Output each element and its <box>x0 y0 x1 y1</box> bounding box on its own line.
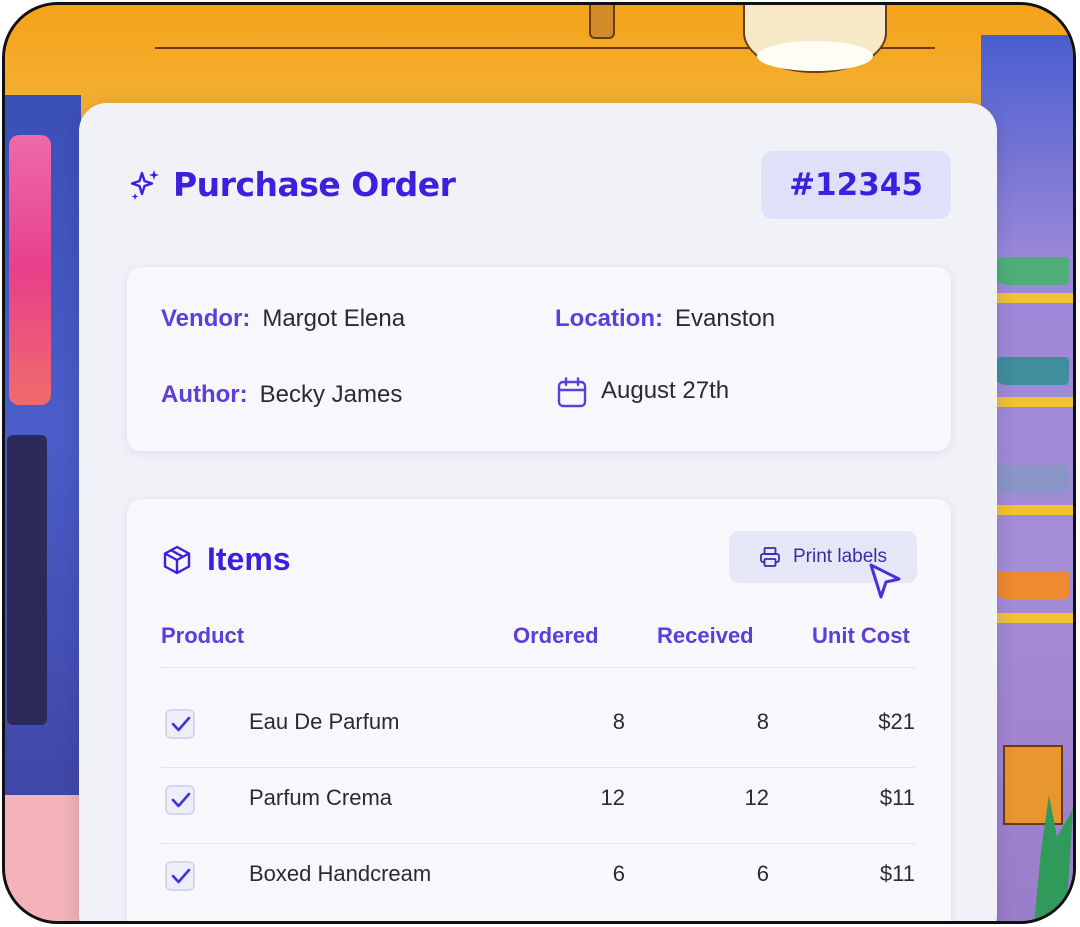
table-row: Boxed Handcream 6 6 $11 <box>161 847 915 921</box>
column-header-ordered[interactable]: Ordered <box>513 623 599 649</box>
received-cell: 8 <box>756 709 769 734</box>
received-cell: 6 <box>756 861 769 886</box>
column-header-unit-cost[interactable]: Unit Cost <box>812 623 910 649</box>
printer-icon <box>760 547 780 567</box>
row-checkbox[interactable] <box>165 861 195 891</box>
table-row: Eau De Parfum 8 8 $21 <box>161 695 915 771</box>
date-value: August 27th <box>601 377 730 404</box>
location-value: Evanston <box>675 305 776 332</box>
column-header-received[interactable]: Received <box>657 623 754 649</box>
author-value: Becky James <box>259 381 403 408</box>
ordered-cell: 8 <box>612 709 625 734</box>
location-field: Location: Evanston <box>555 305 775 333</box>
sparkle-icon <box>130 169 159 200</box>
calendar-icon <box>557 377 587 408</box>
order-number-badge: #12345 <box>761 151 951 219</box>
purchase-order-card: Purchase Order #12345 Vendor: Margot Ele… <box>79 103 997 921</box>
checkmark-icon <box>171 868 191 884</box>
ordered-cell: 6 <box>612 861 625 886</box>
box-icon <box>163 545 191 574</box>
page-title: Purchase Order <box>173 165 456 204</box>
product-cell: Boxed Handcream <box>249 861 432 886</box>
row-checkbox[interactable] <box>165 785 195 815</box>
vendor-label: Vendor: <box>161 305 251 332</box>
author-label: Author: <box>161 381 248 408</box>
checkmark-icon <box>171 716 191 732</box>
page-header: Purchase Order <box>127 165 456 204</box>
column-header-product[interactable]: Product <box>161 623 244 649</box>
background-box <box>1003 745 1063 825</box>
illustrated-background-frame: Purchase Order #12345 Vendor: Margot Ele… <box>2 2 1076 924</box>
ordered-cell: 12 <box>600 785 625 810</box>
order-info-panel: Vendor: Margot Elena Location: Evanston … <box>127 267 951 451</box>
unit-cost-cell: $11 <box>879 861 915 886</box>
table-row: Parfum Crema 12 12 $11 <box>161 771 915 847</box>
product-cell: Parfum Crema <box>249 785 393 810</box>
unit-cost-cell: $21 <box>878 709 915 734</box>
date-field: August 27th <box>557 377 729 409</box>
header-divider <box>161 667 915 668</box>
background-ceiling-fixture <box>589 5 615 39</box>
background-coat <box>9 135 51 405</box>
background-coat <box>7 435 47 725</box>
vendor-value: Margot Elena <box>262 305 406 332</box>
author-field: Author: Becky James <box>161 381 402 409</box>
items-title: Items <box>207 541 291 577</box>
items-panel: Items Print labels Product Ordered Recei… <box>127 499 951 921</box>
checkmark-icon <box>171 792 191 808</box>
location-label: Location: <box>555 305 663 332</box>
vendor-field: Vendor: Margot Elena <box>161 305 405 333</box>
items-header: Items <box>161 541 291 578</box>
cursor-icon <box>869 563 901 599</box>
row-checkbox[interactable] <box>165 709 195 739</box>
unit-cost-cell: $11 <box>879 785 915 810</box>
received-cell: 12 <box>744 785 769 810</box>
product-cell: Eau De Parfum <box>249 709 400 734</box>
